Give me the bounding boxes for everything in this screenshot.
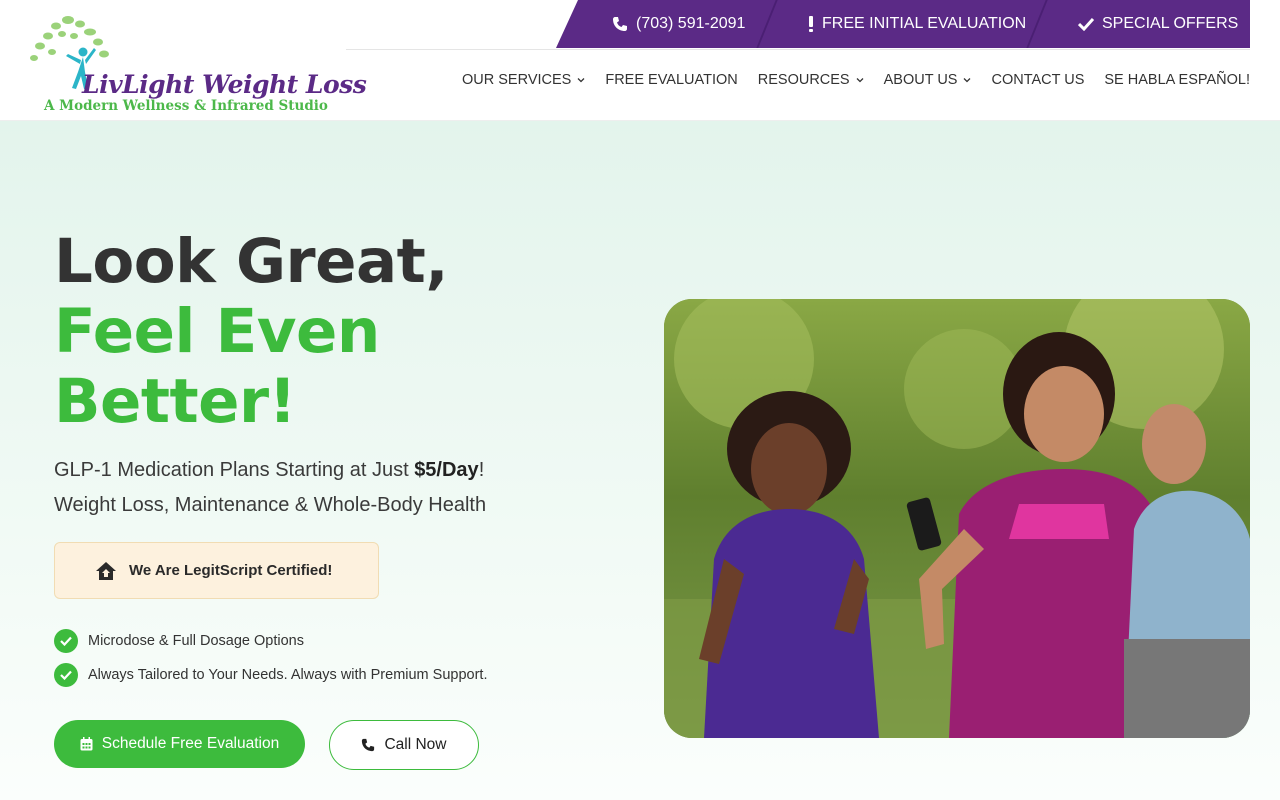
list-item: Always Tailored to Your Needs. Always wi… bbox=[54, 658, 487, 692]
hero-photo-women-jogging bbox=[664, 299, 1250, 738]
nav-resources-label: RESOURCES bbox=[757, 72, 850, 88]
feature-text: Always Tailored to Your Needs. Always wi… bbox=[88, 667, 488, 683]
check-circle-icon bbox=[54, 629, 78, 653]
site-logo[interactable]: LivLight Weight Loss A Modern Wellness &… bbox=[28, 10, 367, 116]
main-nav: OUR SERVICES FREE EVALUATION RESOURCES A… bbox=[462, 72, 1250, 88]
chevron-down-icon bbox=[856, 78, 864, 83]
phone-number: (703) 591-2091 bbox=[636, 15, 746, 32]
nav-free-evaluation-label: FREE EVALUATION bbox=[605, 72, 738, 88]
free-initial-evaluation-label: FREE INITIAL EVALUATION bbox=[822, 15, 1027, 32]
nav-contact-us[interactable]: CONTACT US bbox=[991, 72, 1084, 88]
headline-line-3: Better! bbox=[54, 366, 296, 437]
phone-icon bbox=[362, 738, 375, 752]
chevron-down-icon bbox=[964, 78, 971, 83]
special-offers-label: SPECIAL OFFERS bbox=[1102, 15, 1239, 32]
schedule-free-evaluation-button[interactable]: Schedule Free Evaluation bbox=[54, 720, 305, 768]
pricing-prefix: GLP-1 Medication Plans Starting at Just bbox=[54, 459, 415, 481]
phone-icon bbox=[612, 16, 628, 32]
legitscript-label: We Are LegitScript Certified! bbox=[129, 562, 333, 579]
site-header: LivLight Weight Loss A Modern Wellness &… bbox=[0, 0, 1280, 121]
check-icon bbox=[1078, 17, 1094, 31]
hero-subheadline: GLP-1 Medication Plans Starting at Just … bbox=[54, 453, 486, 523]
pricing-suffix: ! bbox=[478, 459, 485, 481]
header-divider bbox=[346, 49, 1250, 50]
schedule-free-evaluation-label: Schedule Free Evaluation bbox=[101, 735, 280, 752]
top-contact-bar: (703) 591-2091 FREE INITIAL EVALUATION S… bbox=[556, 0, 1250, 48]
feature-text: Microdose & Full Dosage Options bbox=[88, 633, 304, 649]
logo-title: LivLight Weight Loss bbox=[82, 70, 367, 99]
nav-contact-us-label: CONTACT US bbox=[991, 72, 1085, 88]
legitscript-badge: We Are LegitScript Certified! bbox=[54, 542, 379, 599]
nav-our-services-label: OUR SERVICES bbox=[462, 72, 572, 88]
topbar-divider bbox=[1026, 0, 1048, 48]
headline-line-1: Look Great, bbox=[54, 226, 449, 297]
feature-checklist: Microdose & Full Dosage Options Always T… bbox=[54, 624, 487, 692]
call-now-label: Call Now bbox=[384, 736, 447, 753]
special-offers-link[interactable]: SPECIAL OFFERS bbox=[1078, 0, 1238, 48]
nav-resources[interactable]: RESOURCES bbox=[758, 72, 864, 88]
hero-headline: Look Great, Feel Even Better! bbox=[54, 226, 449, 437]
nav-our-services[interactable]: OUR SERVICES bbox=[462, 72, 585, 88]
pricing-amount: $5/Day bbox=[414, 459, 479, 481]
exclamation-icon bbox=[808, 16, 814, 32]
nav-about-us-label: ABOUT US bbox=[883, 72, 958, 88]
phone-link[interactable]: (703) 591-2091 bbox=[612, 0, 745, 48]
nav-se-habla-espanol[interactable]: SE HABLA ESPAÑOL! bbox=[1104, 72, 1250, 88]
call-now-button[interactable]: Call Now bbox=[329, 720, 479, 770]
free-initial-evaluation-link[interactable]: FREE INITIAL EVALUATION bbox=[808, 0, 1026, 48]
nav-about-us[interactable]: ABOUT US bbox=[884, 72, 972, 88]
hero-section: Look Great, Feel Even Better! GLP-1 Medi… bbox=[0, 121, 1280, 800]
home-certified-icon bbox=[96, 562, 116, 580]
benefits-line: Weight Loss, Maintenance & Whole-Body He… bbox=[54, 494, 487, 516]
nav-se-habla-espanol-label: SE HABLA ESPAÑOL! bbox=[1104, 72, 1250, 88]
topbar-divider bbox=[756, 0, 778, 48]
nav-free-evaluation[interactable]: FREE EVALUATION bbox=[605, 72, 737, 88]
chevron-down-icon bbox=[577, 78, 585, 83]
jogging-photo-illustration bbox=[664, 299, 1250, 738]
list-item: Microdose & Full Dosage Options bbox=[54, 624, 487, 658]
logo-tagline: A Modern Wellness & Infrared Studio bbox=[44, 98, 328, 114]
check-circle-icon bbox=[54, 663, 78, 687]
headline-line-2: Feel Even bbox=[54, 296, 380, 367]
calendar-icon bbox=[80, 737, 93, 751]
pricing-line: GLP-1 Medication Plans Starting at Just … bbox=[54, 453, 486, 488]
